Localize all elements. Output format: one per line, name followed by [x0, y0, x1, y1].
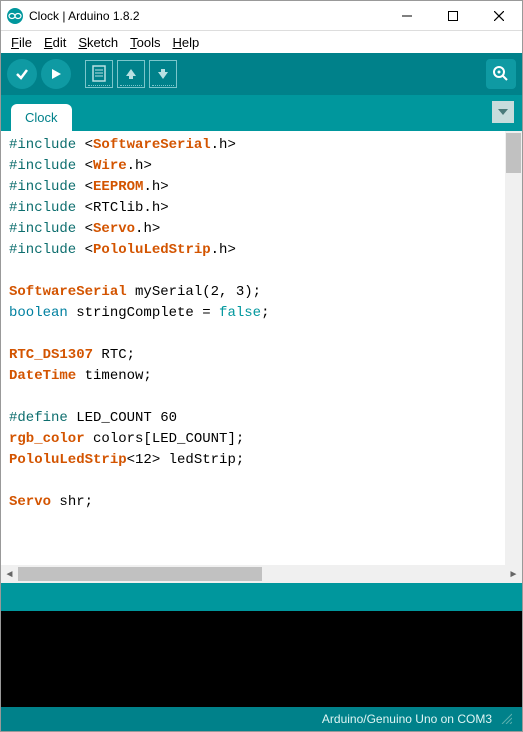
- arduino-logo-icon: [7, 8, 23, 24]
- code-line: #include <RTClib.h>: [9, 198, 503, 219]
- open-sketch-button[interactable]: [117, 60, 145, 88]
- arrow-up-icon: [124, 67, 138, 81]
- code-line: RTC_DS1307 RTC;: [9, 345, 503, 366]
- new-sketch-button[interactable]: [85, 60, 113, 88]
- file-icon: [91, 65, 107, 83]
- resize-grip-icon[interactable]: [500, 712, 512, 727]
- window-title: Clock | Arduino 1.8.2: [29, 9, 384, 23]
- board-port-label: Arduino/Genuino Uno on COM3: [322, 712, 492, 726]
- horizontal-scroll-track[interactable]: [18, 565, 505, 583]
- code-line: boolean stringComplete = false;: [9, 303, 503, 324]
- upload-button[interactable]: [41, 59, 71, 89]
- close-button[interactable]: [476, 1, 522, 31]
- code-line: [9, 471, 503, 492]
- chevron-down-icon: [498, 109, 508, 115]
- verify-button[interactable]: [7, 59, 37, 89]
- menu-file[interactable]: File: [5, 33, 38, 52]
- status-bar: [1, 583, 522, 611]
- toolbar: [1, 53, 522, 95]
- maximize-button[interactable]: [430, 1, 476, 31]
- code-line: #include <SoftwareSerial.h>: [9, 135, 503, 156]
- code-line: PololuLedStrip<12> ledStrip;: [9, 450, 503, 471]
- code-line: [9, 261, 503, 282]
- minimize-button[interactable]: [384, 1, 430, 31]
- menu-sketch[interactable]: Sketch: [72, 33, 124, 52]
- magnifier-icon: [492, 65, 510, 83]
- output-console[interactable]: [1, 611, 522, 707]
- arrow-down-icon: [156, 67, 170, 81]
- code-line: #include <PololuLedStrip.h>: [9, 240, 503, 261]
- horizontal-scroll-thumb[interactable]: [18, 567, 262, 581]
- code-line: rgb_color colors[LED_COUNT];: [9, 429, 503, 450]
- vertical-scroll-thumb[interactable]: [506, 133, 521, 173]
- window-controls: [384, 1, 522, 31]
- code-line: DateTime timenow;: [9, 366, 503, 387]
- scroll-left-button[interactable]: ◄: [1, 566, 18, 583]
- check-icon: [14, 66, 30, 82]
- code-line: #include <Servo.h>: [9, 219, 503, 240]
- tab-clock[interactable]: Clock: [11, 104, 72, 131]
- code-line: Servo shr;: [9, 492, 503, 513]
- code-line: #include <EEPROM.h>: [9, 177, 503, 198]
- arrow-right-icon: [48, 66, 64, 82]
- serial-monitor-button[interactable]: [486, 59, 516, 89]
- code-line: [9, 387, 503, 408]
- editor-area: #include <SoftwareSerial.h>#include <Wir…: [1, 131, 522, 565]
- code-line: [9, 324, 503, 345]
- menu-file-rest: ile: [19, 35, 32, 50]
- menu-tools[interactable]: Tools: [124, 33, 166, 52]
- code-line: #include <Wire.h>: [9, 156, 503, 177]
- code-editor[interactable]: #include <SoftwareSerial.h>#include <Wir…: [1, 131, 505, 565]
- code-line: #define LED_COUNT 60: [9, 408, 503, 429]
- menu-edit[interactable]: Edit: [38, 33, 72, 52]
- window-titlebar: Clock | Arduino 1.8.2: [1, 1, 522, 31]
- save-sketch-button[interactable]: [149, 60, 177, 88]
- code-line: SoftwareSerial mySerial(2, 3);: [9, 282, 503, 303]
- horizontal-scrollbar[interactable]: ◄ ►: [1, 565, 522, 583]
- tab-bar: Clock: [1, 95, 522, 131]
- tab-menu-button[interactable]: [492, 101, 514, 123]
- footer-bar: Arduino/Genuino Uno on COM3: [1, 707, 522, 731]
- vertical-scrollbar[interactable]: [505, 131, 522, 565]
- menu-help[interactable]: Help: [166, 33, 205, 52]
- menubar: File Edit Sketch Tools Help: [1, 31, 522, 53]
- scroll-right-button[interactable]: ►: [505, 566, 522, 583]
